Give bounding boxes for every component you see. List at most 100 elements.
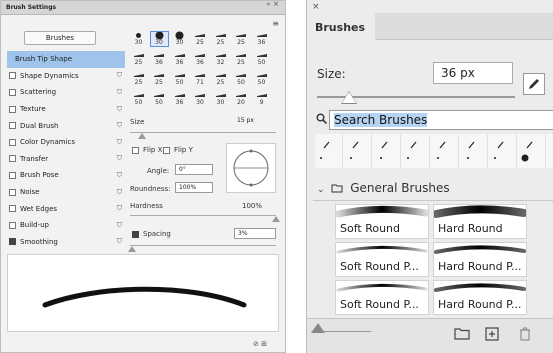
lock-icon[interactable]: ⛉ xyxy=(117,237,122,246)
lock-icon[interactable]: ⛉ xyxy=(117,71,122,80)
angle-roundness-widget[interactable] xyxy=(226,143,276,193)
recent-brush-tip[interactable] xyxy=(402,134,430,168)
lock-icon[interactable]: ⛉ xyxy=(117,204,122,213)
brush-option-item[interactable]: Shape Dynamics ⛉ xyxy=(7,68,125,85)
window-controls[interactable]: « × xyxy=(266,1,279,8)
brush-tip-cell[interactable]: 25 xyxy=(151,72,168,86)
brush-edit-icon[interactable] xyxy=(523,73,545,95)
recent-brush-tip[interactable] xyxy=(518,134,546,168)
size-value[interactable]: 15 px xyxy=(234,116,276,127)
hardness-value[interactable]: 100% xyxy=(242,202,262,210)
recent-brush-tip[interactable] xyxy=(373,134,401,168)
panel-footer-icons[interactable]: ⊘ ⊞ xyxy=(253,340,267,348)
brush-tip-cell[interactable]: 50 xyxy=(151,92,168,106)
size-slider[interactable] xyxy=(130,132,276,133)
zoom-slider[interactable] xyxy=(321,331,371,332)
brush-option-item[interactable]: Color Dynamics ⛉ xyxy=(7,134,125,151)
new-folder-icon[interactable] xyxy=(454,327,470,344)
hardness-slider[interactable] xyxy=(130,215,276,216)
brush-option-item[interactable]: Brush Tip Shape xyxy=(7,51,125,68)
brush-preset[interactable]: Soft Round xyxy=(334,204,430,239)
brush-tip-cell[interactable]: 36 xyxy=(192,52,209,66)
size-slider-knob[interactable] xyxy=(138,133,146,139)
recent-brush-tip[interactable] xyxy=(489,134,517,168)
brush-option-item[interactable]: Dual Brush ⛉ xyxy=(7,117,125,134)
flip-x-option[interactable]: Flip X xyxy=(130,146,162,154)
brush-option-item[interactable]: Brush Pose ⛉ xyxy=(7,167,125,184)
brush-tip-cell[interactable]: 25 xyxy=(212,32,229,46)
roundness-field[interactable]: 100% xyxy=(175,182,213,193)
brush-preset[interactable]: Hard Round xyxy=(432,204,528,239)
recent-brush-tip[interactable] xyxy=(431,134,459,168)
recent-brush-tips[interactable] xyxy=(315,134,553,168)
brush-folder-general[interactable]: ⌄ General Brushes xyxy=(317,181,450,195)
brush-preset[interactable]: Hard Round P... xyxy=(433,280,527,315)
brush-option-item[interactable]: Scattering ⛉ xyxy=(7,84,125,101)
brush-tip-cell[interactable]: 30 xyxy=(192,92,209,106)
size-field[interactable]: 36 px xyxy=(433,62,513,84)
brush-preset[interactable]: Soft Round P... xyxy=(335,280,429,315)
brush-preset[interactable]: Soft Round P... xyxy=(335,242,429,277)
lock-icon[interactable]: ⛉ xyxy=(117,154,122,163)
brush-tip-cell[interactable]: 36 xyxy=(171,92,188,106)
brush-option-item[interactable]: Noise ⛉ xyxy=(7,184,125,201)
brush-tip-cell[interactable]: 36 xyxy=(171,52,188,66)
option-checkbox[interactable] xyxy=(9,138,16,146)
brush-tip-cell[interactable]: 30 xyxy=(171,31,188,46)
close-icon[interactable]: × xyxy=(312,2,320,12)
brush-option-item[interactable]: Wet Edges ⛉ xyxy=(7,200,125,217)
brush-tip-cell[interactable]: 36 xyxy=(151,52,168,66)
flip-y-checkbox[interactable] xyxy=(163,146,170,154)
chevron-down-icon[interactable]: ⌄ xyxy=(317,185,325,195)
spacing-field[interactable]: 3% xyxy=(234,228,276,239)
lock-icon[interactable]: ⛉ xyxy=(117,105,122,114)
brush-tip-cell[interactable]: 50 xyxy=(171,72,188,86)
lock-icon[interactable]: ⛉ xyxy=(117,88,122,97)
lock-icon[interactable]: ⛉ xyxy=(117,188,122,197)
recent-brush-tip[interactable] xyxy=(315,134,343,168)
search-input[interactable]: Search Brushes xyxy=(329,110,553,130)
option-checkbox[interactable] xyxy=(9,122,16,130)
recent-brush-tip[interactable] xyxy=(344,134,372,168)
brush-tip-cell[interactable]: 20 xyxy=(233,92,250,106)
tab-brushes[interactable]: Brushes xyxy=(307,13,375,40)
brush-tip-cell[interactable]: 50 xyxy=(253,72,270,86)
brush-tip-cell[interactable]: 25 xyxy=(212,72,229,86)
brushes-button[interactable]: Brushes xyxy=(24,31,96,45)
flip-y-option[interactable]: Flip Y xyxy=(161,146,193,154)
new-brush-icon[interactable] xyxy=(485,327,499,345)
brush-option-item[interactable]: Texture ⛉ xyxy=(7,101,125,118)
brush-tip-cell[interactable]: 50 xyxy=(253,52,270,66)
flip-x-checkbox[interactable] xyxy=(132,146,139,154)
angle-field[interactable]: 0° xyxy=(175,164,213,175)
option-checkbox[interactable] xyxy=(9,72,16,80)
lock-icon[interactable]: ⛉ xyxy=(117,171,122,180)
spacing-checkbox[interactable] xyxy=(132,230,139,238)
option-checkbox[interactable] xyxy=(9,188,16,196)
option-checkbox[interactable] xyxy=(9,205,16,213)
option-checkbox[interactable] xyxy=(9,238,16,246)
lock-icon[interactable]: ⛉ xyxy=(117,121,122,130)
brush-tip-cell[interactable]: 36 xyxy=(253,32,270,46)
brush-tip-cell[interactable]: 71 xyxy=(192,72,209,86)
brush-tip-cell[interactable]: 30 xyxy=(149,31,169,47)
brush-option-item[interactable]: Build-up ⛉ xyxy=(7,217,125,234)
spacing-slider-knob[interactable] xyxy=(128,246,136,252)
option-checkbox[interactable] xyxy=(9,171,16,179)
lock-icon[interactable]: ⛉ xyxy=(117,138,122,147)
option-checkbox[interactable] xyxy=(9,105,16,113)
brush-tip-cell[interactable]: 25 xyxy=(233,32,250,46)
brush-tip-cell[interactable]: 25 xyxy=(233,52,250,66)
brush-tip-cell[interactable]: 30 xyxy=(130,32,147,46)
brush-tip-grid[interactable]: 30 30 30 25 25 25 36 25 36 36 36 32 25 50 25 25 50 71 25 50… xyxy=(130,31,275,114)
brush-preset[interactable]: Hard Round P... xyxy=(433,242,527,277)
brush-tip-cell[interactable]: 32 xyxy=(212,52,229,66)
hardness-slider-knob[interactable] xyxy=(272,216,280,222)
option-checkbox[interactable] xyxy=(9,88,16,96)
brush-tip-cell[interactable]: 25 xyxy=(130,72,147,86)
brush-tip-cell[interactable]: 25 xyxy=(130,52,147,66)
brush-tip-cell[interactable]: 25 xyxy=(192,32,209,46)
recent-brush-tip[interactable] xyxy=(460,134,488,168)
brush-tip-cell[interactable]: 9 xyxy=(253,92,270,106)
spacing-option[interactable]: Spacing xyxy=(130,230,171,238)
